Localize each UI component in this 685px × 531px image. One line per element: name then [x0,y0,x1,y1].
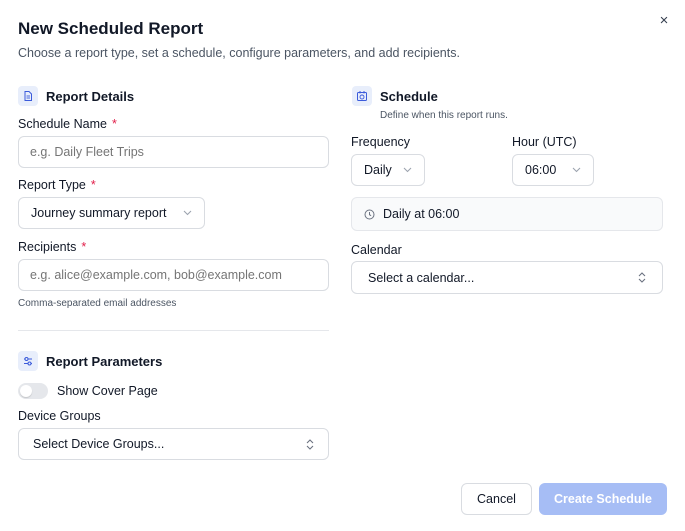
frequency-label: Frequency [351,135,411,149]
hour-select[interactable]: 06:00 [512,154,594,186]
report-type-select[interactable]: Journey summary report [18,197,205,229]
report-type-value: Journey summary report [31,206,167,220]
recipients-hint: Comma-separated email addresses [18,298,177,309]
calendar-clock-icon [352,86,372,106]
schedule-name-label-text: Schedule Name [18,117,107,131]
section-divider [18,330,329,331]
report-details-heading: Report Details [46,89,135,104]
cover-page-label: Show Cover Page [57,384,158,398]
recipients-label-text: Recipients [18,240,77,254]
required-mark: * [111,117,117,131]
dialog-title: New Scheduled Report [18,19,204,38]
report-parameters-heading: Report Parameters [46,354,163,369]
required-mark: * [90,178,96,192]
dialog-subtitle: Choose a report type, set a schedule, co… [18,46,460,60]
close-icon[interactable]: × [655,12,673,30]
device-groups-select[interactable]: Select Device Groups... [18,428,329,460]
frequency-value: Daily [364,163,392,177]
schedule-name-label: Schedule Name * [18,117,117,131]
chevron-down-icon [403,167,412,173]
report-type-label: Report Type * [18,178,96,192]
chevron-down-icon [572,167,581,173]
hour-label: Hour (UTC) [512,135,577,149]
required-mark: * [81,240,87,254]
schedule-heading: Schedule [380,89,438,104]
sliders-icon [18,351,38,371]
schedule-summary-text: Daily at 06:00 [383,207,460,221]
calendar-select[interactable]: Select a calendar... [351,261,663,294]
chevron-down-icon [183,210,192,216]
recipients-input[interactable] [18,259,329,291]
report-type-label-text: Report Type [18,178,86,192]
cover-page-toggle[interactable] [18,383,48,399]
clock-icon [364,209,375,220]
frequency-select[interactable]: Daily [351,154,425,186]
create-schedule-button[interactable]: Create Schedule [539,483,667,515]
recipients-label: Recipients * [18,240,86,254]
calendar-label: Calendar [351,243,402,257]
chevron-updown-icon [306,438,314,450]
hour-value: 06:00 [525,163,557,177]
schedule-description: Define when this report runs. [380,110,508,121]
schedule-summary: Daily at 06:00 [351,197,663,231]
document-icon [18,86,38,106]
cancel-button[interactable]: Cancel [461,483,532,515]
schedule-name-input[interactable] [18,136,329,168]
device-groups-label: Device Groups [18,409,101,423]
chevron-updown-icon [638,272,646,283]
toggle-knob [20,385,32,397]
device-groups-value: Select Device Groups... [33,437,165,451]
calendar-value: Select a calendar... [368,270,475,285]
